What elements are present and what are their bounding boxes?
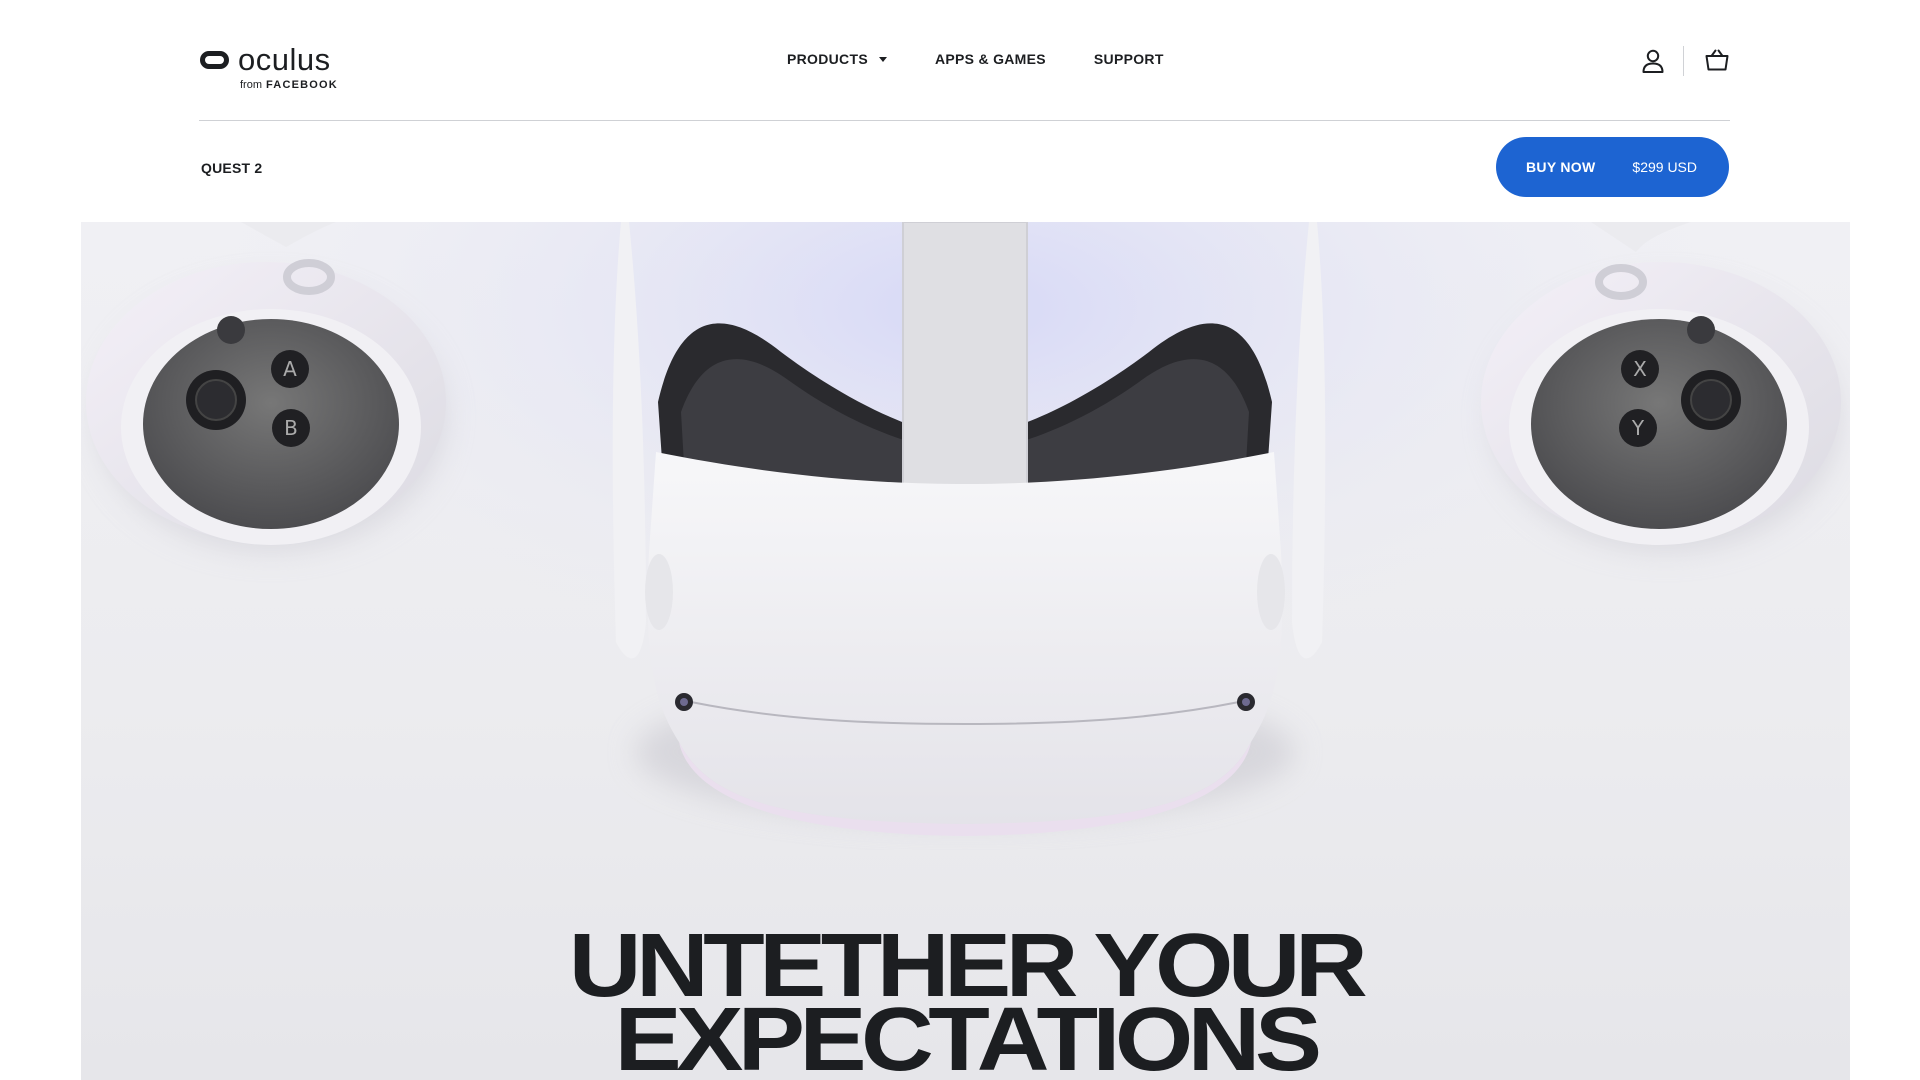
site-header: oculus from FACEBOOK PRODUCTS APPS & GAME… xyxy=(0,0,1920,121)
header-icon-divider xyxy=(1683,46,1684,76)
hero-headline: UNTETHER YOUR EXPECTATIONS xyxy=(81,921,1850,1080)
product-title[interactable]: QUEST 2 xyxy=(201,159,262,177)
hero-headline-line-2: EXPECTATIONS xyxy=(614,990,1323,1080)
buy-now-button[interactable]: BUY NOW $299 USD xyxy=(1496,137,1729,197)
svg-text:B: B xyxy=(284,416,298,440)
nav-apps-games-label: APPS & GAMES xyxy=(934,51,1046,67)
oculus-logo[interactable]: oculus from FACEBOOK xyxy=(200,43,340,91)
chevron-down-icon xyxy=(878,57,887,62)
nav-products[interactable]: PRODUCTS xyxy=(787,49,887,69)
svg-text:X: X xyxy=(1633,357,1647,381)
account-icon[interactable] xyxy=(1641,48,1665,74)
brand-from-label: from xyxy=(240,79,262,91)
nav-apps-games[interactable]: APPS & GAMES xyxy=(935,49,1046,69)
oculus-logo-mark-icon xyxy=(200,51,229,69)
cart-icon[interactable] xyxy=(1705,49,1729,71)
header-divider xyxy=(199,120,1730,121)
brand-parent: FACEBOOK xyxy=(266,79,338,91)
nav-support[interactable]: SUPPORT xyxy=(1094,49,1164,69)
svg-text:A: A xyxy=(283,357,297,381)
svg-text:Y: Y xyxy=(1631,416,1645,440)
main-nav: PRODUCTS APPS & GAMES SUPPORT xyxy=(787,49,1164,69)
buy-now-price: $299 USD xyxy=(1632,159,1697,175)
brand-subline: from FACEBOOK xyxy=(240,79,338,91)
buy-now-label: BUY NOW xyxy=(1526,159,1596,175)
nav-support-label: SUPPORT xyxy=(1093,51,1164,67)
nav-products-label: PRODUCTS xyxy=(787,51,868,67)
brand-name: oculus xyxy=(238,42,331,77)
hero-section: A B X Y UNTETHER YOUR EXPECTATIONS xyxy=(81,222,1850,1080)
